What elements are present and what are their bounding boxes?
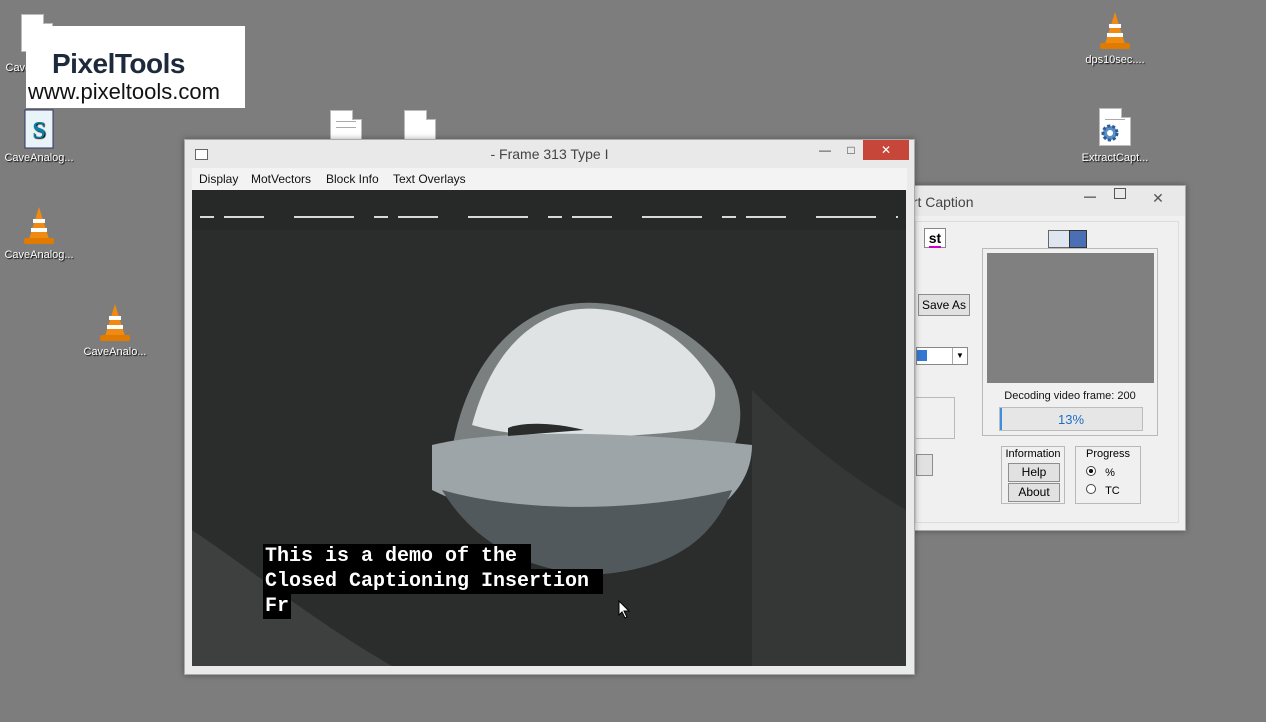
caption-line-1: This is a demo of the — [263, 544, 532, 569]
mouse-cursor-icon — [618, 600, 631, 619]
radio-unchecked-icon — [1086, 484, 1096, 494]
pixeltools-logo: PixelTools www.pixeltools.com — [26, 26, 245, 108]
information-group: Information Help About — [1001, 446, 1065, 504]
chevron-down-icon[interactable]: ▼ — [952, 348, 967, 364]
progress-percent: 13% — [1057, 412, 1085, 427]
desktop-icon-label: CaveAnalog... — [4, 249, 74, 261]
cave-scene-image — [192, 190, 906, 666]
vlc-cone-icon — [1095, 10, 1135, 50]
vlc-cone-icon — [95, 302, 135, 342]
book-icon[interactable] — [1069, 230, 1087, 248]
svg-text:S: S — [32, 118, 45, 144]
desktop-icon-label: dps10sec.... — [1085, 54, 1145, 66]
progress-bar: 13% — [999, 407, 1143, 431]
radio-tc[interactable]: TC — [1086, 484, 1120, 497]
progress-label: Progress — [1085, 448, 1131, 460]
save-as-button[interactable]: Save As — [918, 294, 970, 316]
information-label: Information — [1005, 448, 1061, 460]
caption-tool-title: ert Caption — [905, 194, 974, 210]
desktop-icon-cave-analog-2[interactable]: S CaveAnalog... — [0, 108, 81, 164]
desktop-icon-dps10sec[interactable]: dps10sec.... — [1073, 10, 1157, 66]
partial-button[interactable] — [916, 454, 933, 476]
maximize-button[interactable] — [1114, 188, 1126, 199]
preview-panel: Decoding video frame: 200 13% — [982, 248, 1158, 436]
menu-motvectors[interactable]: MotVectors — [251, 172, 311, 186]
menu-block-info[interactable]: Block Info — [326, 172, 379, 186]
minimize-button[interactable]: — — [811, 140, 839, 160]
desktop-icon-cave-analog-3[interactable]: CaveAnalog... — [0, 205, 81, 261]
logo-url: www.pixeltools.com — [28, 79, 220, 104]
script-icon: S — [19, 108, 59, 149]
desktop-icon-label: ExtractCapt... — [1081, 152, 1149, 164]
player-title: - Frame 313 Type I — [490, 146, 609, 162]
logo-name: PixelTools — [52, 48, 185, 79]
st-label: st — [928, 230, 942, 248]
selected-value — [917, 350, 927, 361]
radio-checked-icon — [1086, 466, 1096, 476]
desktop-icon-extract-capt[interactable]: ExtractCapt... — [1073, 108, 1157, 164]
toolbar-st-button[interactable]: st — [924, 228, 946, 248]
frame-preview — [987, 253, 1154, 383]
menu-display[interactable]: Display — [199, 172, 238, 186]
desktop-icon-cave-analog-4[interactable]: CaveAnalo... — [73, 302, 157, 358]
caption-tool-titlebar: ert Caption — ✕ — [891, 186, 1185, 216]
radio-percent-label: % — [1105, 467, 1115, 479]
caption-line-3: Fr — [263, 594, 292, 619]
minimize-button[interactable]: — — [1084, 189, 1096, 203]
help-button[interactable]: Help — [1008, 463, 1060, 482]
player-titlebar: - Frame 313 Type I — □ ✕ — [185, 140, 914, 168]
format-select[interactable]: ▼ — [916, 347, 968, 365]
close-button[interactable]: ✕ — [863, 140, 909, 160]
panel-group — [916, 397, 955, 439]
about-button[interactable]: About — [1008, 483, 1060, 502]
desktop-icon-label: CaveAnalog... — [4, 152, 74, 164]
vlc-cone-icon — [19, 205, 59, 245]
settings-document-icon — [1095, 108, 1135, 148]
close-button[interactable]: ✕ — [1138, 188, 1178, 208]
menu-bar: Display MotVectors Block Info Text Overl… — [192, 168, 907, 190]
desktop-icon-label: CaveAnalo... — [83, 346, 147, 358]
player-window: - Frame 313 Type I — □ ✕ Display MotVect… — [184, 139, 915, 675]
video-frame[interactable]: This is a demo of the Closed Captioning … — [192, 190, 906, 666]
book-icon[interactable] — [1048, 230, 1070, 248]
radio-tc-label: TC — [1105, 485, 1120, 497]
progress-group: Progress % TC — [1075, 446, 1141, 504]
radio-percent[interactable]: % — [1086, 466, 1115, 479]
client-area: st Save As ▼ Decoding video frame: 200 1… — [915, 221, 1179, 523]
caption-line-2: Closed Captioning Insertion — [263, 569, 604, 594]
menu-text-overlays[interactable]: Text Overlays — [393, 172, 466, 186]
maximize-button[interactable]: □ — [837, 140, 865, 160]
decoding-status: Decoding video frame: 200 — [1004, 390, 1136, 402]
caption-tool-window: ert Caption — ✕ st Save As ▼ Decoding vi… — [890, 185, 1186, 531]
